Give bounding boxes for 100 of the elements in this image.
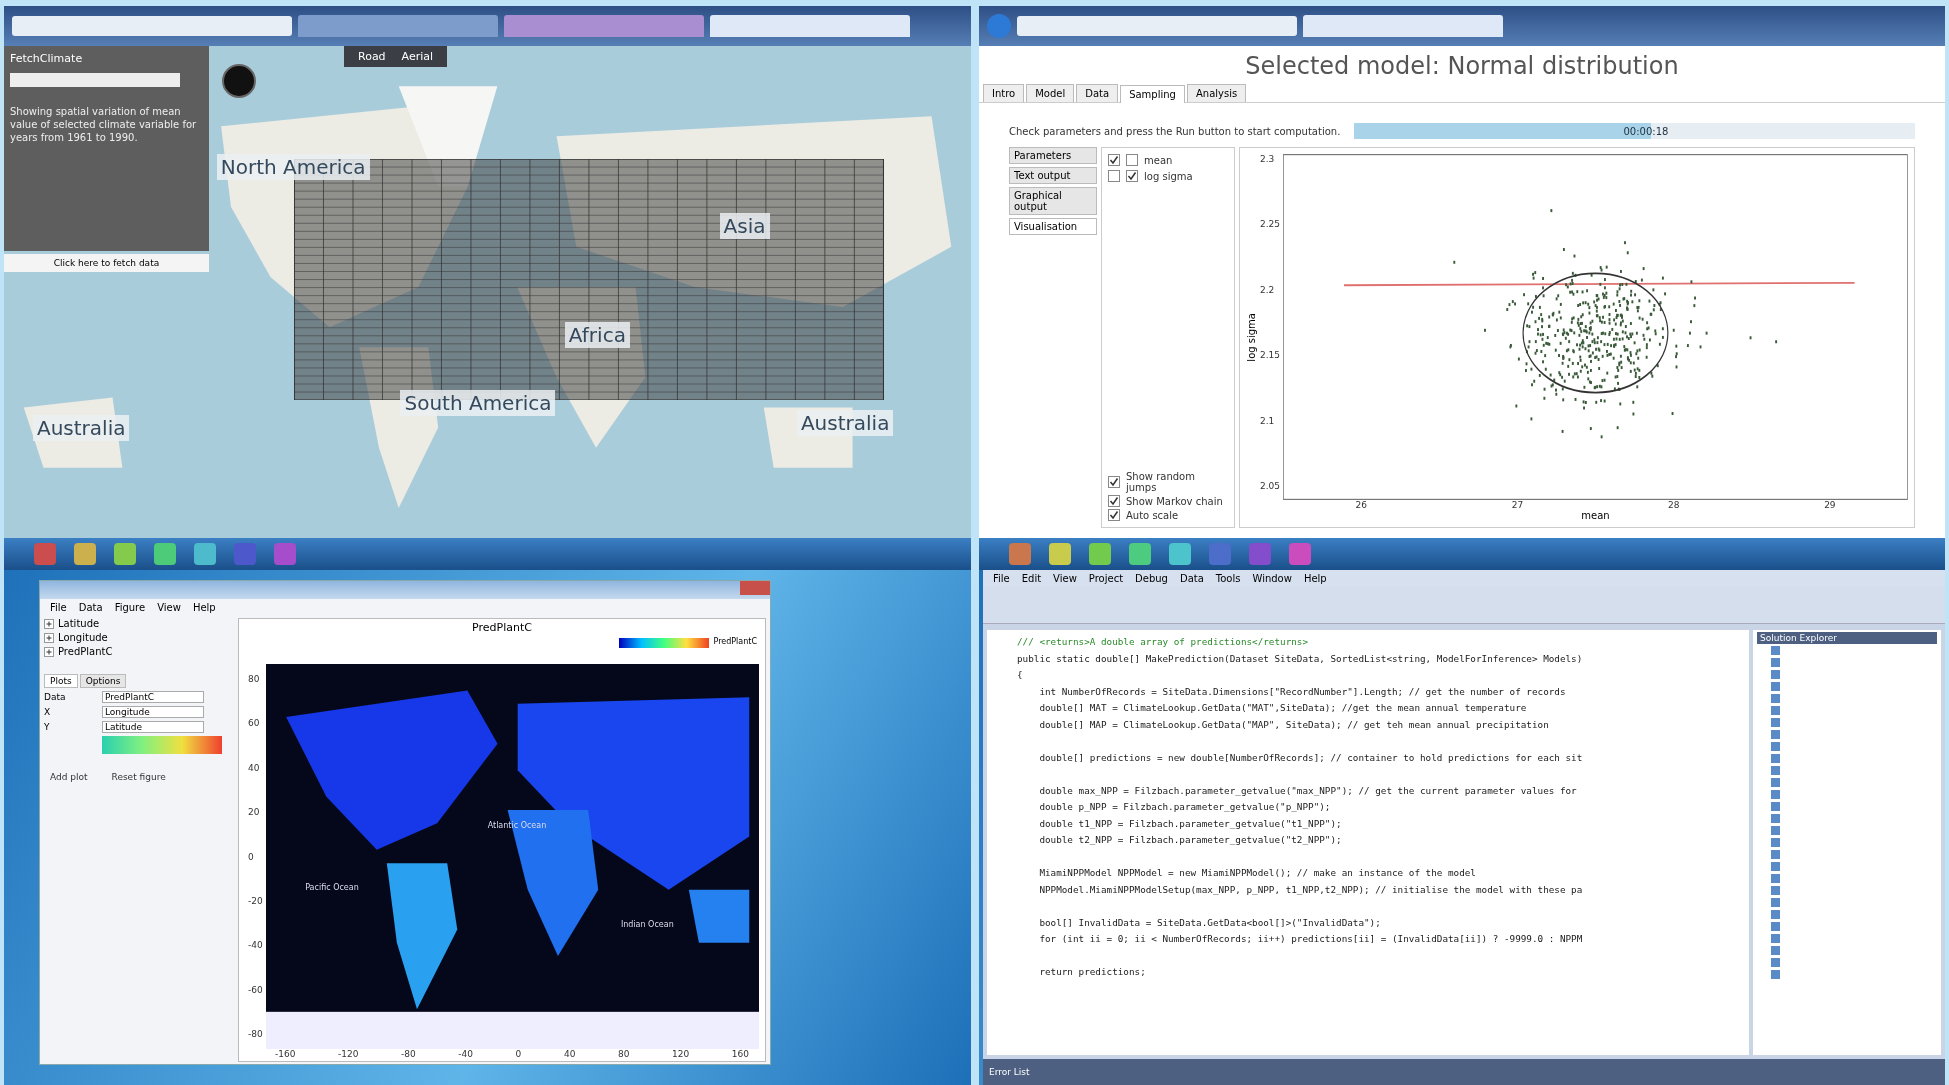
checkbox[interactable] <box>1126 170 1138 182</box>
close-icon[interactable] <box>740 581 770 595</box>
map-label: Pacific Ocean <box>305 883 359 892</box>
map-mode-button[interactable]: Aerial <box>395 49 440 64</box>
tick-label: -120 <box>338 1049 359 1059</box>
browser-tab[interactable] <box>504 15 704 37</box>
checkbox[interactable] <box>1108 509 1120 521</box>
checkbox[interactable] <box>1108 170 1120 182</box>
taskbar-app-icon[interactable] <box>194 543 216 565</box>
tab[interactable]: Analysis <box>1186 84 1247 102</box>
tab[interactable]: Model <box>1026 84 1075 102</box>
map-mode-button[interactable]: Road <box>352 49 392 64</box>
code-editor[interactable] <box>987 630 1749 1055</box>
figure-title: PredPlantC <box>471 621 533 634</box>
menu-item[interactable]: Project <box>1084 572 1128 585</box>
menu-item[interactable]: Tools <box>1211 572 1245 585</box>
map-label: Indian Ocean <box>620 920 674 930</box>
tick-label: 0 <box>248 851 255 862</box>
menu-item[interactable]: Figure <box>110 601 150 614</box>
browser-tab[interactable] <box>710 15 910 37</box>
menu-item[interactable]: Window <box>1248 572 1296 585</box>
tab[interactable]: Intro <box>983 84 1025 102</box>
dropdown-field[interactable]: PredPlantC <box>102 691 204 703</box>
taskbar-app-icon[interactable] <box>1009 543 1031 565</box>
axis-label: mean <box>1581 510 1610 521</box>
taskbar-app-icon[interactable] <box>1249 543 1271 565</box>
checkbox[interactable] <box>1126 154 1138 166</box>
menu-item[interactable]: View <box>153 601 185 614</box>
dropdown-field[interactable]: Latitude <box>102 721 204 733</box>
menu-item[interactable]: View <box>1049 572 1081 585</box>
action-button[interactable]: Reset figure <box>105 771 172 783</box>
tab[interactable]: Sampling <box>1120 85 1185 103</box>
tree-item[interactable]: Latitude <box>58 618 100 629</box>
tick-label: 40 <box>248 762 261 773</box>
panel-title: Solution Explorer <box>1757 632 1937 644</box>
taskbar-app-icon[interactable] <box>74 543 96 565</box>
tick-label: 80 <box>617 1049 630 1059</box>
taskbar-app-icon[interactable] <box>114 543 136 565</box>
menu-item[interactable]: Debug <box>1131 572 1172 585</box>
address-field[interactable] <box>12 16 292 36</box>
panel-button[interactable]: Text output <box>1009 167 1097 184</box>
option-label: Show random jumps <box>1126 471 1196 493</box>
menu-item[interactable]: File <box>46 601 71 614</box>
expander-icon[interactable] <box>44 632 54 643</box>
taskbar-app-icon[interactable] <box>1089 543 1111 565</box>
code-line: double p_NPP = Filzbach.parameter_getvalue("p_NPP"); <box>1038 801 1332 814</box>
menu-item[interactable]: Data <box>74 601 107 614</box>
browser-tab[interactable] <box>1303 15 1503 37</box>
tick-label: 60 <box>248 718 261 729</box>
taskbar-app-icon[interactable] <box>234 543 256 565</box>
tab[interactable]: Data <box>1076 84 1119 102</box>
browser-tab[interactable] <box>298 15 498 37</box>
map-label: North America <box>216 154 370 181</box>
tree-item[interactable]: PredPlantC <box>58 646 113 657</box>
taskbar-app-icon[interactable] <box>1169 543 1191 565</box>
action-button[interactable]: Add plot <box>44 771 94 783</box>
taskbar-app-icon[interactable] <box>1289 543 1311 565</box>
taskbar-app-icon[interactable] <box>34 543 56 565</box>
address-field[interactable] <box>1017 16 1297 36</box>
tab[interactable]: Plots <box>44 674 78 688</box>
menu-item[interactable]: File <box>989 572 1014 585</box>
tree-item[interactable]: Longitude <box>58 632 108 643</box>
tab[interactable]: Options <box>79 674 127 688</box>
taskbar-app-icon[interactable] <box>274 543 296 565</box>
tick-label: 2.25 <box>1260 219 1281 230</box>
taskbar-app-icon[interactable] <box>1129 543 1151 565</box>
dropdown-field[interactable]: Longitude <box>102 706 204 718</box>
panel-button[interactable]: Visualisation <box>1009 218 1097 235</box>
tick-label: 27 <box>1511 500 1524 510</box>
tick-label: 2.05 <box>1260 480 1281 491</box>
tick-label: -40 <box>458 1049 473 1059</box>
tick-label: -40 <box>248 940 263 951</box>
tick-label: -160 <box>275 1049 296 1059</box>
taskbar-app-icon[interactable] <box>1209 543 1231 565</box>
tick-label: 0 <box>515 1049 522 1059</box>
code-line: double t1_NPP = Filzbach.parameter_getvalue("t1_NPP"); <box>1038 817 1343 831</box>
expander-icon[interactable] <box>44 618 54 629</box>
panel-button[interactable]: Graphical output <box>1009 187 1097 215</box>
checkbox[interactable] <box>1108 154 1120 166</box>
option-label: Auto scale <box>1126 509 1179 521</box>
tick-label: 2.3 <box>1260 154 1276 164</box>
axis-label: log sigma <box>1246 313 1257 362</box>
panel-title: FetchClimate <box>10 52 84 65</box>
panel-button[interactable]: Parameters <box>1009 147 1097 164</box>
menu-item[interactable]: Data <box>1175 572 1208 585</box>
instruction-text: Check parameters and press the Run button to start computation. <box>1009 125 1341 137</box>
menu-item[interactable]: Help <box>188 601 220 614</box>
checkbox[interactable] <box>1108 476 1120 488</box>
variable-dropdown[interactable] <box>10 73 180 87</box>
tick-label: 40 <box>563 1049 576 1059</box>
code-line: double[] predictions = new double[NumberOfRecords]; // container to hold predictions for each sit <box>1038 751 1584 765</box>
checkbox[interactable] <box>1108 495 1120 507</box>
field-label: Y <box>44 722 51 732</box>
taskbar-app-icon[interactable] <box>1049 543 1071 565</box>
expander-icon[interactable] <box>44 646 54 657</box>
fetch-data-button[interactable]: Click here to fetch data <box>4 254 209 272</box>
menu-item[interactable]: Edit <box>1017 572 1046 585</box>
menu-item[interactable]: Help <box>1299 572 1331 585</box>
taskbar-app-icon[interactable] <box>154 543 176 565</box>
color-palette-bar[interactable] <box>102 736 222 754</box>
